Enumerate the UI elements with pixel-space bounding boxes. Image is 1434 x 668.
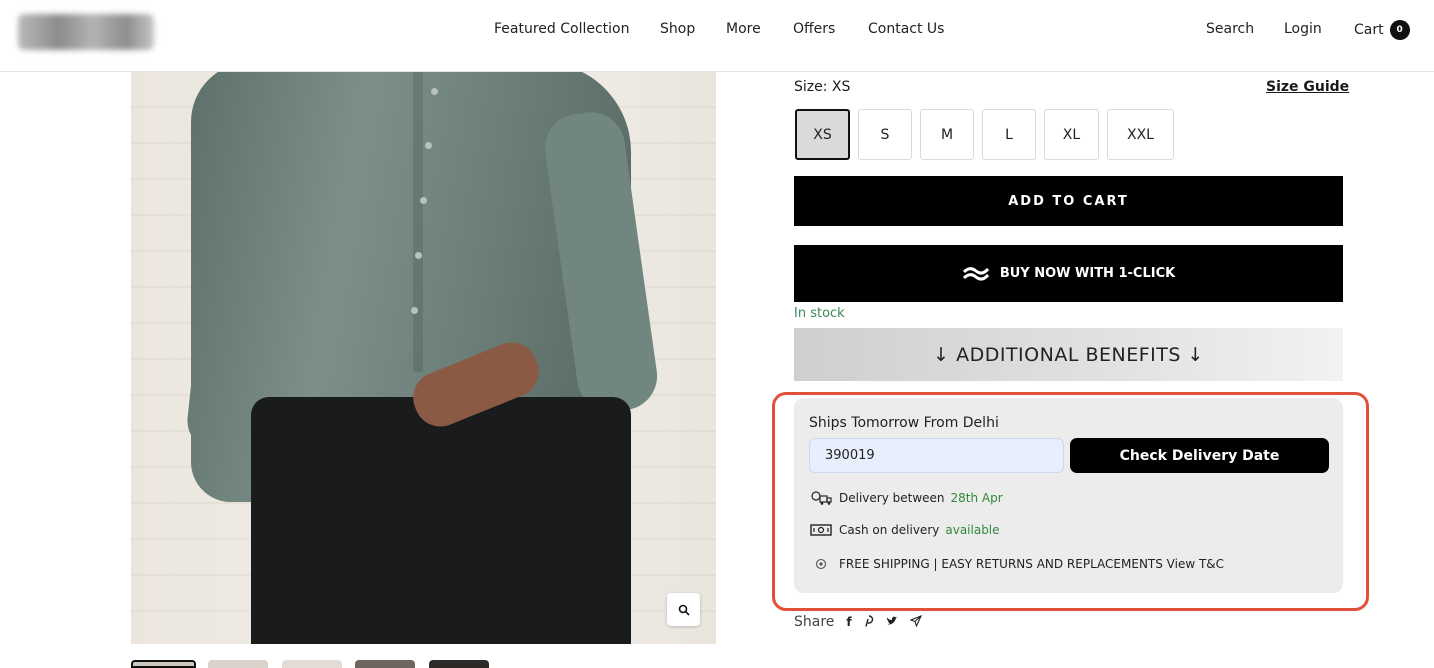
share-label: Share bbox=[794, 614, 835, 630]
magnifier-icon bbox=[678, 604, 690, 616]
image-shirt-button bbox=[415, 252, 422, 259]
search-link[interactable]: Search bbox=[1206, 21, 1254, 37]
size-guide-link[interactable]: Size Guide bbox=[1266, 79, 1349, 95]
nav-shop[interactable]: Shop bbox=[660, 21, 695, 37]
send-icon[interactable] bbox=[909, 614, 922, 630]
buy-now-label: BUY NOW WITH 1-CLICK bbox=[999, 266, 1176, 281]
zoom-button[interactable] bbox=[667, 593, 700, 626]
cart-link[interactable]: Cart 0 bbox=[1354, 20, 1410, 40]
size-option-s[interactable]: S bbox=[858, 109, 912, 160]
check-delivery-button[interactable]: Check Delivery Date bbox=[1070, 438, 1329, 473]
pinterest-icon[interactable] bbox=[864, 614, 874, 630]
shipping-text[interactable]: FREE SHIPPING | EASY RETURNS AND REPLACE… bbox=[839, 557, 1224, 571]
image-shirt-button bbox=[411, 307, 418, 314]
size-option-xl[interactable]: XL bbox=[1044, 109, 1099, 160]
image-shirt-button bbox=[420, 197, 427, 204]
image-shirt-button bbox=[425, 142, 432, 149]
image-pants bbox=[251, 397, 631, 644]
cod-prefix: Cash on delivery bbox=[839, 523, 940, 537]
wave-logo-icon bbox=[962, 266, 989, 281]
cod-status: available bbox=[945, 523, 1000, 537]
stock-status: In stock bbox=[794, 306, 845, 321]
nav-contact-us[interactable]: Contact Us bbox=[868, 21, 944, 37]
share-row: Share f bbox=[794, 614, 922, 630]
thumbnail-1[interactable] bbox=[131, 660, 196, 668]
thumbnail-5[interactable] bbox=[429, 660, 489, 668]
additional-benefits-toggle[interactable]: ↓ ADDITIONAL BENEFITS ↓ bbox=[794, 328, 1343, 381]
cart-label: Cart bbox=[1354, 22, 1384, 38]
delivery-prefix: Delivery between bbox=[839, 491, 945, 505]
thumbnail-3[interactable] bbox=[282, 660, 342, 668]
nav-featured-collection[interactable]: Featured Collection bbox=[494, 21, 630, 37]
badge-icon bbox=[809, 556, 833, 572]
login-link[interactable]: Login bbox=[1284, 21, 1322, 37]
size-option-m[interactable]: M bbox=[920, 109, 974, 160]
pincode-input[interactable] bbox=[809, 438, 1064, 473]
site-header: Featured Collection Shop More Offers Con… bbox=[0, 0, 1434, 72]
cash-icon bbox=[809, 522, 833, 538]
nav-offers[interactable]: Offers bbox=[793, 21, 835, 37]
ships-from-text: Ships Tomorrow From Delhi bbox=[809, 415, 999, 431]
thumbnail-4[interactable] bbox=[355, 660, 415, 668]
twitter-icon[interactable] bbox=[886, 615, 898, 629]
product-main-image[interactable] bbox=[131, 72, 716, 644]
size-option-xs[interactable]: XS bbox=[795, 109, 850, 160]
delivery-date: 28th Apr bbox=[950, 491, 1003, 505]
size-label: Size: XS bbox=[794, 79, 851, 95]
facebook-icon[interactable]: f bbox=[846, 615, 851, 629]
buy-now-button[interactable]: BUY NOW WITH 1-CLICK bbox=[794, 245, 1343, 302]
cart-count-badge: 0 bbox=[1389, 20, 1410, 40]
size-option-xxl[interactable]: XXL bbox=[1107, 109, 1174, 160]
cod-row: Cash on delivery available bbox=[809, 522, 1000, 538]
delivery-estimate-row: Delivery between 28th Apr bbox=[809, 490, 1003, 506]
shipping-row: FREE SHIPPING | EASY RETURNS AND REPLACE… bbox=[809, 556, 1224, 572]
thumbnail-2[interactable] bbox=[208, 660, 268, 668]
delivery-truck-icon bbox=[809, 490, 833, 506]
nav-more[interactable]: More bbox=[726, 21, 761, 37]
size-option-l[interactable]: L bbox=[982, 109, 1036, 160]
add-to-cart-button[interactable]: ADD TO CART bbox=[794, 176, 1343, 226]
image-placket bbox=[413, 72, 423, 372]
brand-logo[interactable] bbox=[18, 14, 154, 50]
image-shirt-button bbox=[431, 88, 438, 95]
